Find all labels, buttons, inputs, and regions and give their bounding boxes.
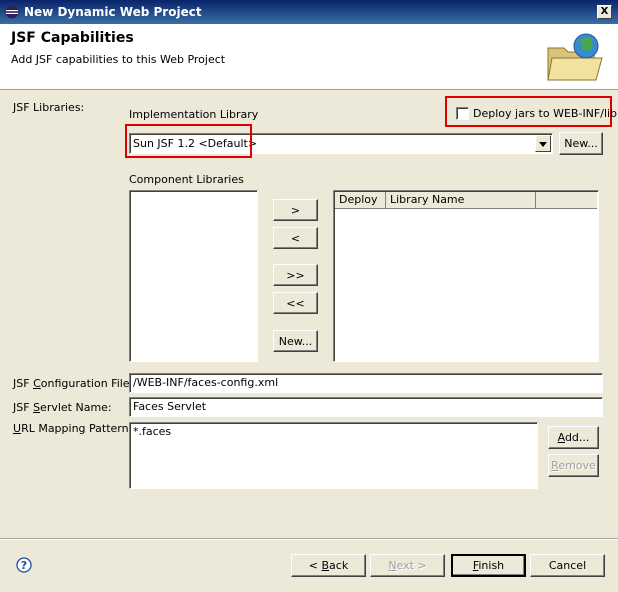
url-patterns-list[interactable]: *.faces: [129, 422, 538, 489]
next-button[interactable]: Next >: [370, 554, 445, 577]
column-deploy[interactable]: Deploy: [335, 192, 386, 208]
wizard-header: JSF Capabilities Add JSF capabilities to…: [0, 24, 618, 90]
new-implementation-button[interactable]: New...: [559, 132, 603, 155]
list-item[interactable]: *.faces: [133, 425, 534, 438]
implementation-highlight: [125, 124, 252, 158]
deploy-jars-checkbox[interactable]: [456, 107, 469, 120]
chevron-down-icon: [539, 142, 547, 147]
finish-button[interactable]: Finish: [451, 554, 526, 577]
eclipse-icon: [5, 5, 19, 19]
footer-separator: [0, 538, 618, 540]
servlet-name-input[interactable]: Faces Servlet: [129, 397, 603, 417]
add-pattern-button[interactable]: Add...: [548, 426, 599, 449]
table-header: Deploy Library Name: [335, 192, 597, 209]
add-all-components-button[interactable]: >>: [273, 264, 318, 286]
back-button[interactable]: < Back: [291, 554, 366, 577]
remove-pattern-button[interactable]: Remove: [548, 454, 599, 477]
close-button[interactable]: X: [597, 5, 612, 19]
deploy-jars-label: Deploy jars to WEB-INF/lib: [473, 107, 618, 120]
component-libraries-label: Component Libraries: [129, 173, 244, 186]
svg-text:?: ?: [21, 559, 27, 572]
url-mapping-label: URL Mapping Patterns:: [13, 422, 139, 435]
column-library-name[interactable]: Library Name: [386, 192, 536, 208]
page-subtitle: Add JSF capabilities to this Web Project: [11, 53, 226, 66]
remove-component-button[interactable]: <: [273, 227, 318, 249]
implementation-library-label: Implementation Library: [129, 108, 259, 121]
servlet-name-label: JSF Servlet Name:: [13, 401, 112, 414]
jsf-libraries-label: JSF Libraries:: [13, 101, 85, 114]
remove-all-components-button[interactable]: <<: [273, 292, 318, 314]
config-file-input[interactable]: /WEB-INF/faces-config.xml: [129, 373, 603, 393]
window-title: New Dynamic Web Project: [24, 5, 202, 19]
title-bar: New Dynamic Web Project X: [0, 0, 618, 24]
new-component-button[interactable]: New...: [273, 330, 318, 352]
add-component-button[interactable]: >: [273, 199, 318, 221]
cancel-button[interactable]: Cancel: [530, 554, 605, 577]
web-project-folder-icon: [547, 33, 603, 81]
selected-libraries-table[interactable]: Deploy Library Name: [333, 190, 599, 362]
available-components-list[interactable]: [129, 190, 258, 362]
page-title: JSF Capabilities: [11, 30, 134, 46]
help-icon[interactable]: ?: [16, 557, 32, 573]
config-file-label: JSF Configuration File:: [13, 377, 134, 390]
combo-dropdown-button[interactable]: [535, 135, 551, 152]
